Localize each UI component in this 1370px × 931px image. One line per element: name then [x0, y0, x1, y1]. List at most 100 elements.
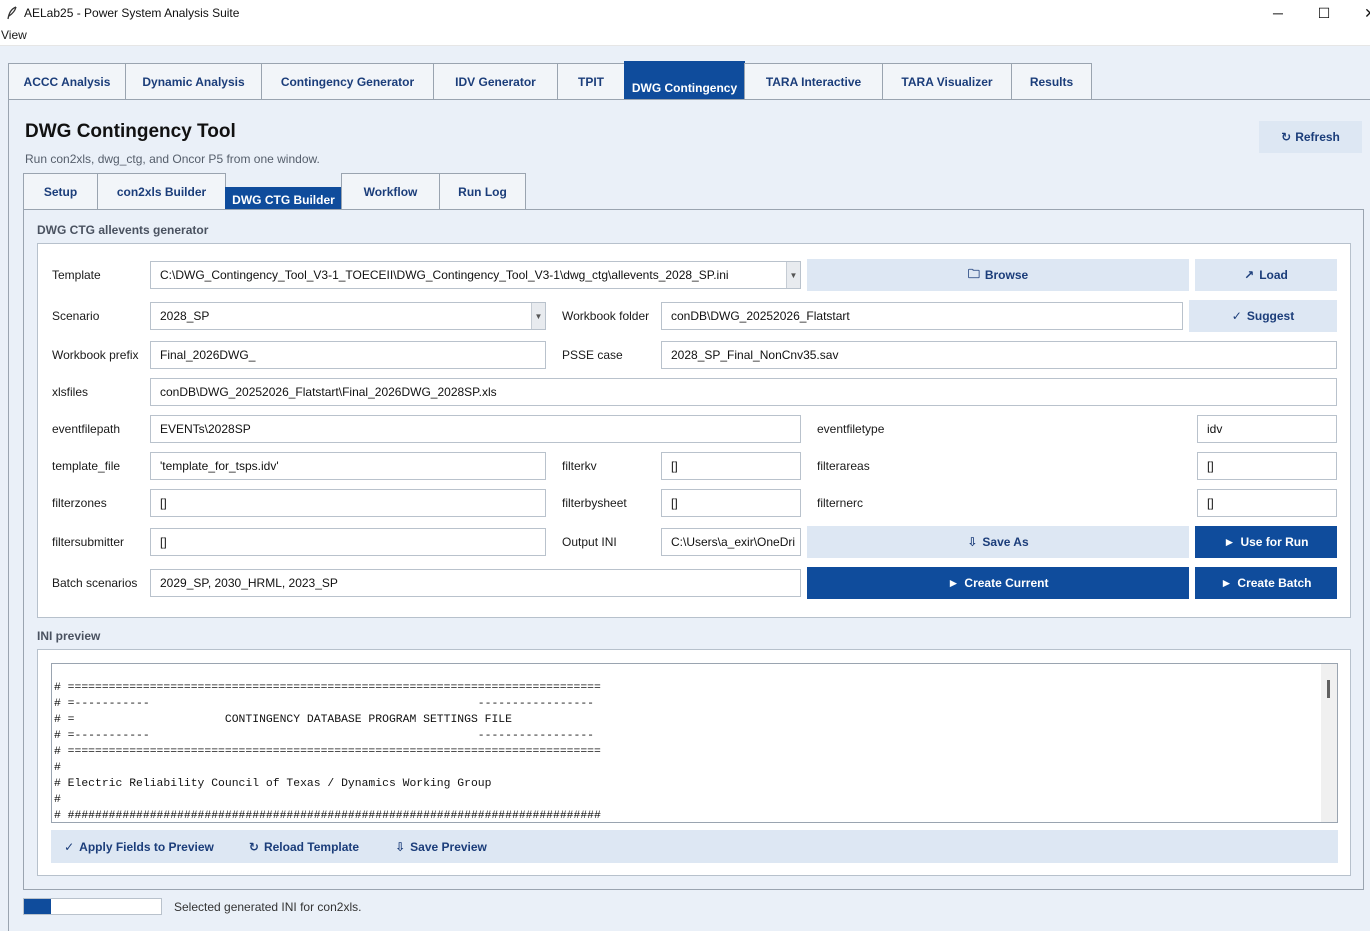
tab-accc-analysis[interactable]: ACCC Analysis [8, 63, 126, 100]
save-preview-label: Save Preview [410, 839, 487, 854]
filterzones-input[interactable]: [] [150, 489, 546, 517]
dwg-contingency-panel: DWG Contingency Tool Run con2xls, dwg_ct… [8, 99, 1370, 931]
suggest-label: Suggest [1246, 309, 1295, 323]
chevron-down-icon[interactable]: ▼ [531, 303, 545, 329]
tab-dwg-contingency[interactable]: DWG Contingency [624, 61, 745, 100]
template-combo[interactable]: C:\DWG_Contingency_Tool_V3-1_TOECEII\DWG… [150, 261, 801, 289]
tab-tara-visualizer[interactable]: TARA Visualizer [882, 63, 1012, 100]
save-as-button[interactable]: ⇩ Save As [807, 526, 1189, 558]
apply-fields-label: Apply Fields to Preview [79, 839, 214, 854]
eventfiletype-input[interactable]: idv [1197, 415, 1337, 443]
close-button[interactable]: ✕ [1347, 0, 1370, 26]
menu-view[interactable]: View [0, 28, 28, 42]
refresh-label: Refresh [1295, 130, 1340, 144]
use-for-run-button[interactable]: ► Use for Run [1195, 526, 1337, 558]
menu-bar: View [0, 26, 1370, 46]
main-tab-strip: ACCC Analysis Dynamic Analysis Contingen… [8, 61, 1092, 100]
workbook-prefix-input[interactable]: Final_2026DWG_ [150, 341, 546, 369]
play-icon: ► [1223, 535, 1236, 549]
save-preview-button[interactable]: ⇩ Save Preview [381, 830, 501, 863]
output-ini-input[interactable]: C:\Users\a_exir\OneDri [661, 528, 801, 556]
template-file-input[interactable]: 'template_for_tsps.idv' [150, 452, 546, 480]
apply-fields-button[interactable]: ✓ Apply Fields to Preview [51, 830, 227, 863]
filternerc-label: filternerc [813, 489, 913, 517]
tab-tara-interactive[interactable]: TARA Interactive [744, 63, 883, 100]
title-bar: AELab25 - Power System Analysis Suite ─ … [0, 0, 1370, 26]
app-body: ACCC Analysis Dynamic Analysis Contingen… [0, 46, 1370, 931]
play-icon: ► [947, 576, 960, 590]
tab-setup[interactable]: Setup [23, 173, 98, 210]
scenario-label: Scenario [48, 302, 148, 330]
check-icon: ✓ [64, 839, 75, 854]
maximize-button[interactable]: ☐ [1301, 0, 1347, 26]
minimize-button[interactable]: ─ [1255, 0, 1301, 26]
suggest-button[interactable]: ✓ Suggest [1189, 300, 1337, 332]
scrollbar-thumb[interactable] [1327, 680, 1330, 698]
tab-dynamic-analysis[interactable]: Dynamic Analysis [125, 63, 262, 100]
browse-button[interactable]: 🗀 Browse [807, 259, 1189, 291]
page-title: DWG Contingency Tool [25, 121, 236, 142]
template-label: Template [48, 261, 148, 289]
tab-workflow[interactable]: Workflow [341, 173, 440, 210]
eventfiletype-label: eventfiletype [813, 415, 913, 443]
chevron-down-icon[interactable]: ▼ [786, 262, 800, 288]
reload-icon: ↻ [248, 839, 259, 854]
status-message: Selected generated INI for con2xls. [174, 900, 362, 914]
page-subtitle: Run con2xls, dwg_ctg, and Oncor P5 from … [25, 152, 320, 166]
tab-con2xls-builder[interactable]: con2xls Builder [97, 173, 226, 210]
tab-run-log[interactable]: Run Log [439, 173, 526, 210]
load-label: Load [1259, 268, 1288, 282]
filterkv-label: filterkv [558, 452, 658, 480]
browse-label: Browse [984, 268, 1029, 282]
batch-scenarios-label: Batch scenarios [48, 569, 148, 597]
psse-case-label: PSSE case [558, 341, 658, 369]
template-file-label: template_file [48, 452, 148, 480]
ini-preview-content: # ======================================… [54, 682, 601, 822]
sub-tab-strip: Setup con2xls Builder DWG CTG Builder Wo… [23, 173, 526, 212]
preview-action-bar: ✓ Apply Fields to Preview ↻ Reload Templ… [51, 830, 1338, 863]
workbook-prefix-label: Workbook prefix [48, 341, 148, 369]
check-icon: ✓ [1231, 309, 1242, 323]
reload-template-label: Reload Template [263, 839, 360, 854]
filterbysheet-input[interactable]: [] [661, 489, 801, 517]
scenario-value: 2028_SP [160, 309, 210, 323]
refresh-button[interactable]: ↻ Refresh [1259, 121, 1362, 153]
tab-results[interactable]: Results [1011, 63, 1092, 100]
filtersubmitter-input[interactable]: [] [150, 528, 546, 556]
use-for-run-label: Use for Run [1240, 535, 1309, 549]
eventfilepath-input[interactable]: EVENTs\2028SP [150, 415, 801, 443]
ini-preview-text[interactable]: # ======================================… [51, 663, 1338, 823]
preview-scrollbar[interactable] [1321, 664, 1337, 822]
filternerc-input[interactable]: [] [1197, 489, 1337, 517]
workbook-folder-input[interactable]: conDB\DWG_20252026_Flatstart [661, 302, 1183, 330]
preview-section-label: INI preview [37, 629, 101, 643]
tab-contingency-generator[interactable]: Contingency Generator [261, 63, 434, 100]
preview-group: # ======================================… [37, 649, 1351, 876]
create-batch-label: Create Batch [1237, 576, 1312, 590]
save-as-label: Save As [982, 535, 1029, 549]
generator-group: Template C:\DWG_Contingency_Tool_V3-1_TO… [37, 243, 1351, 618]
refresh-icon: ↻ [1281, 130, 1292, 144]
scenario-combo[interactable]: 2028_SP ▼ [150, 302, 546, 330]
filterbysheet-label: filterbysheet [558, 489, 658, 517]
window-title: AELab25 - Power System Analysis Suite [24, 6, 240, 20]
filtersubmitter-label: filtersubmitter [48, 528, 148, 556]
output-ini-label: Output INI [558, 528, 658, 556]
template-value: C:\DWG_Contingency_Tool_V3-1_TOECEII\DWG… [160, 268, 729, 282]
tab-tpit[interactable]: TPIT [557, 63, 625, 100]
filterkv-input[interactable]: [] [661, 452, 801, 480]
psse-case-input[interactable]: 2028_SP_Final_NonCnv35.sav [661, 341, 1337, 369]
download-icon: ⇩ [967, 535, 978, 549]
xlsfiles-input[interactable]: conDB\DWG_20252026_Flatstart\Final_2026D… [150, 378, 1337, 406]
load-button[interactable]: ↗ Load [1195, 259, 1337, 291]
filterzones-label: filterzones [48, 489, 148, 517]
filterareas-input[interactable]: [] [1197, 452, 1337, 480]
batch-scenarios-input[interactable]: 2029_SP, 2030_HRML, 2023_SP [150, 569, 801, 597]
create-current-button[interactable]: ► Create Current [807, 567, 1189, 599]
create-batch-button[interactable]: ► Create Batch [1195, 567, 1337, 599]
tab-idv-generator[interactable]: IDV Generator [433, 63, 558, 100]
feather-icon [4, 5, 20, 21]
create-current-label: Create Current [964, 576, 1049, 590]
reload-template-button[interactable]: ↻ Reload Template [234, 830, 374, 863]
folder-icon: 🗀 [967, 266, 980, 281]
